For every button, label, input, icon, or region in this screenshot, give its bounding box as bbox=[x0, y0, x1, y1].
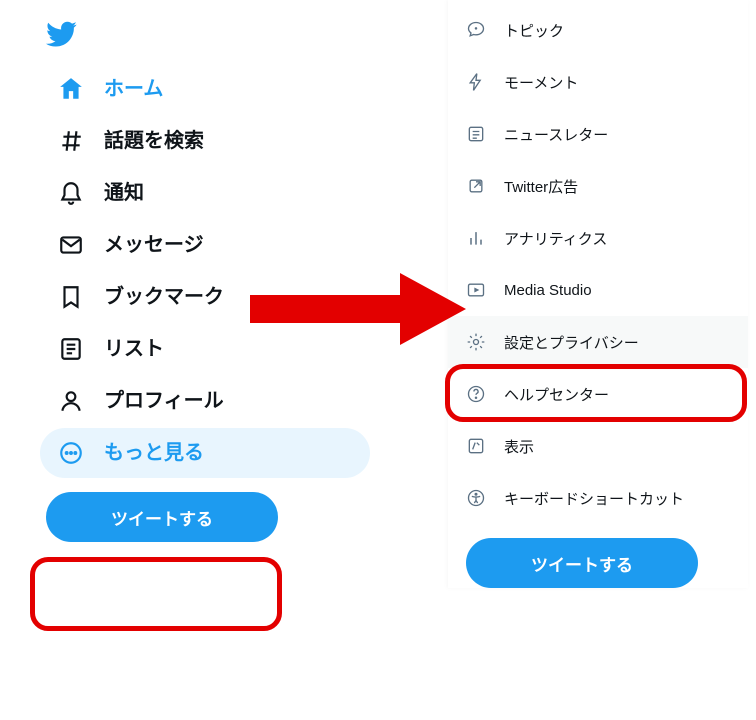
more-menu-popover: トピック モーメント ニュースレター Twitter広告 アナリティクス Med… bbox=[448, 0, 748, 588]
sidebar-item-label: 通知 bbox=[104, 180, 144, 206]
menu-item-display[interactable]: 表示 bbox=[448, 420, 748, 472]
more-icon bbox=[58, 440, 84, 466]
menu-item-help-center[interactable]: ヘルプセンター bbox=[448, 368, 748, 420]
menu-item-label: Twitter広告 bbox=[504, 176, 578, 197]
bell-icon bbox=[58, 180, 84, 206]
menu-item-moments[interactable]: モーメント bbox=[448, 56, 748, 108]
tweet-button[interactable]: ツイートする bbox=[46, 492, 278, 542]
sidebar-item-messages[interactable]: メッセージ bbox=[40, 220, 370, 270]
menu-item-label: トピック bbox=[504, 20, 564, 41]
hash-icon bbox=[58, 128, 84, 154]
primary-sidebar: ホーム 話題を検索 通知 メッセージ ブックマーク リスト プロフィール もっ bbox=[40, 0, 370, 542]
menu-item-newsletters[interactable]: ニュースレター bbox=[448, 108, 748, 160]
sidebar-item-label: ブックマーク bbox=[104, 284, 224, 310]
mail-icon bbox=[58, 232, 84, 258]
chat-icon bbox=[466, 20, 486, 40]
profile-icon bbox=[58, 388, 84, 414]
menu-item-label: アナリティクス bbox=[504, 228, 607, 249]
bolt-icon bbox=[466, 72, 486, 92]
sidebar-item-label: プロフィール bbox=[104, 388, 224, 414]
menu-item-label: キーボードショートカット bbox=[504, 488, 684, 509]
external-icon bbox=[466, 176, 486, 196]
tweet-button[interactable]: ツイートする bbox=[466, 538, 698, 588]
menu-item-media-studio[interactable]: Media Studio bbox=[448, 264, 748, 316]
sidebar-item-home[interactable]: ホーム bbox=[40, 64, 370, 114]
sidebar-item-explore[interactable]: 話題を検索 bbox=[40, 116, 370, 166]
sidebar-item-label: メッセージ bbox=[104, 232, 204, 258]
menu-item-label: 表示 bbox=[504, 436, 534, 457]
menu-item-settings-privacy[interactable]: 設定とプライバシー bbox=[448, 316, 748, 368]
help-icon bbox=[466, 384, 486, 404]
sidebar-item-bookmarks[interactable]: ブックマーク bbox=[40, 272, 370, 322]
sidebar-item-profile[interactable]: プロフィール bbox=[40, 376, 370, 426]
gear-icon bbox=[466, 332, 486, 352]
media-icon bbox=[466, 280, 486, 300]
sidebar-item-lists[interactable]: リスト bbox=[40, 324, 370, 374]
annotation-highlight-more bbox=[30, 557, 282, 631]
menu-item-label: Media Studio bbox=[504, 282, 592, 299]
sidebar-item-label: ホーム bbox=[104, 76, 163, 102]
analytics-icon bbox=[466, 228, 486, 248]
accessibility-icon bbox=[466, 488, 486, 508]
menu-item-keyboard-shortcuts[interactable]: キーボードショートカット bbox=[448, 472, 748, 524]
menu-item-label: モーメント bbox=[504, 72, 578, 93]
bookmark-icon bbox=[58, 284, 84, 310]
menu-item-label: 設定とプライバシー bbox=[504, 332, 639, 353]
menu-item-label: ニュースレター bbox=[504, 124, 608, 145]
sidebar-item-more[interactable]: もっと見る bbox=[40, 428, 370, 478]
list-icon bbox=[58, 336, 84, 362]
sidebar-item-notifications[interactable]: 通知 bbox=[40, 168, 370, 218]
newsletter-icon bbox=[466, 124, 486, 144]
menu-item-topics[interactable]: トピック bbox=[448, 4, 748, 56]
display-icon bbox=[466, 436, 486, 456]
menu-item-analytics[interactable]: アナリティクス bbox=[448, 212, 748, 264]
menu-item-twitter-ads[interactable]: Twitter広告 bbox=[448, 160, 748, 212]
menu-item-label: ヘルプセンター bbox=[504, 384, 609, 405]
home-icon bbox=[58, 76, 84, 102]
sidebar-item-label: リスト bbox=[104, 336, 164, 362]
sidebar-item-label: もっと見る bbox=[104, 440, 204, 466]
twitter-logo[interactable] bbox=[46, 14, 370, 54]
sidebar-item-label: 話題を検索 bbox=[104, 128, 204, 154]
